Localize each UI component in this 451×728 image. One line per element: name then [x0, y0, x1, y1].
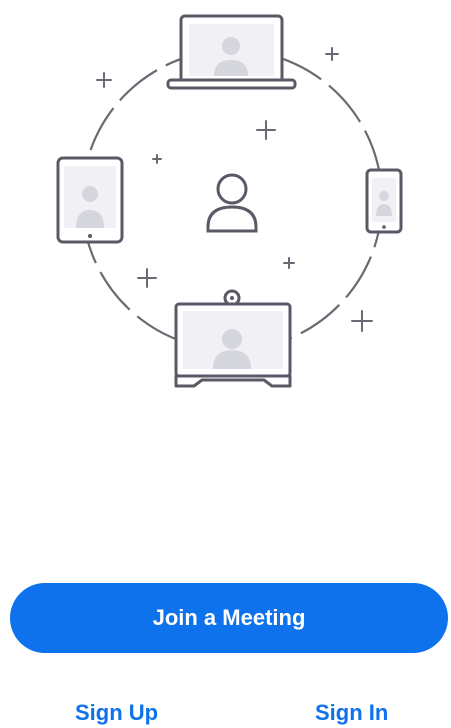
join-meeting-button[interactable]: Join a Meeting: [10, 583, 448, 653]
sparkle-icons: [96, 47, 373, 332]
room-system-icon: [174, 289, 292, 388]
laptop-icon: [166, 14, 297, 90]
user-icon: [206, 173, 258, 233]
sign-up-link[interactable]: Sign Up: [75, 700, 158, 726]
tablet-icon: [56, 156, 124, 244]
sign-in-link[interactable]: Sign In: [315, 700, 388, 726]
welcome-illustration: [0, 0, 451, 400]
phone-icon: [365, 168, 403, 234]
